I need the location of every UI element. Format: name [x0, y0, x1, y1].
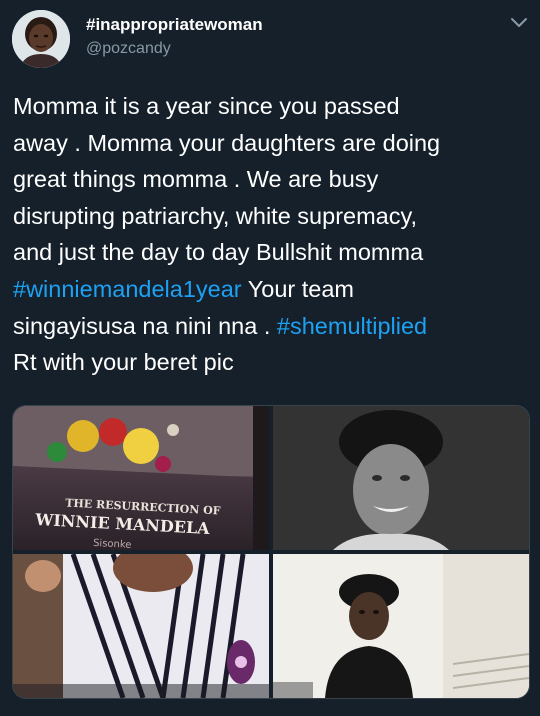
media-photo-portrait-bw[interactable]	[273, 406, 529, 550]
tweet-text-line: away . Momma your daughters are doing	[13, 125, 528, 162]
display-name[interactable]: #inappropriatewoman	[86, 15, 263, 35]
tweet-text-line: disrupting patriarchy, white supremacy,	[13, 198, 528, 235]
tweet-text-segment: away . Momma your daughters are doing	[13, 129, 441, 156]
tweet-text-segment: and just the day to day Bullshit momma	[13, 239, 424, 266]
media-grid[interactable]: THE RESURRECTION OF WINNIE MANDELA Sison…	[12, 405, 530, 699]
tweet-text-line: Rt with your beret pic	[13, 344, 528, 381]
tweet-text-segment: singayisusa na nini nna .	[13, 312, 277, 339]
tweet-text-segment: disrupting patriarchy, white supremacy,	[13, 202, 418, 229]
tweet-text-segment: Momma it is a year since you passed	[13, 93, 400, 119]
tweet-text: Momma it is a year since you passed away …	[13, 88, 528, 381]
tweet-text-segment: great things momma . We are busy	[13, 166, 379, 193]
tweet-text-line: #winniemandela1year Your team	[13, 271, 528, 308]
tweet-header: #inappropriatewoman @pozcandy	[0, 0, 540, 80]
user-handle[interactable]: @pozcandy	[86, 40, 171, 58]
tweet-text-line: singayisusa na nini nna . #shemultiplied	[13, 308, 528, 345]
chevron-down-icon[interactable]	[508, 14, 530, 32]
tweet-text-segment: Your team	[241, 275, 354, 302]
hashtag-link[interactable]: #shemultiplied	[277, 313, 427, 339]
avatar[interactable]	[12, 10, 70, 68]
media-photo-patterned-dress[interactable]	[13, 554, 269, 698]
media-photo-book-cover[interactable]: THE RESURRECTION OF WINNIE MANDELA Sison…	[13, 406, 269, 550]
avatar-photo	[12, 10, 70, 68]
tweet-text-segment: Rt with your beret pic	[13, 349, 234, 376]
book-author: Sisonke	[93, 538, 132, 550]
tweet-text-line: and just the day to day Bullshit momma	[13, 234, 528, 271]
tweet-text-line: great things momma . We are busy	[13, 161, 528, 198]
media-photo-woman-beret[interactable]	[273, 554, 529, 698]
tweet-text-line: Momma it is a year since you passed	[13, 88, 528, 125]
hashtag-link[interactable]: #winniemandela1year	[13, 276, 242, 302]
